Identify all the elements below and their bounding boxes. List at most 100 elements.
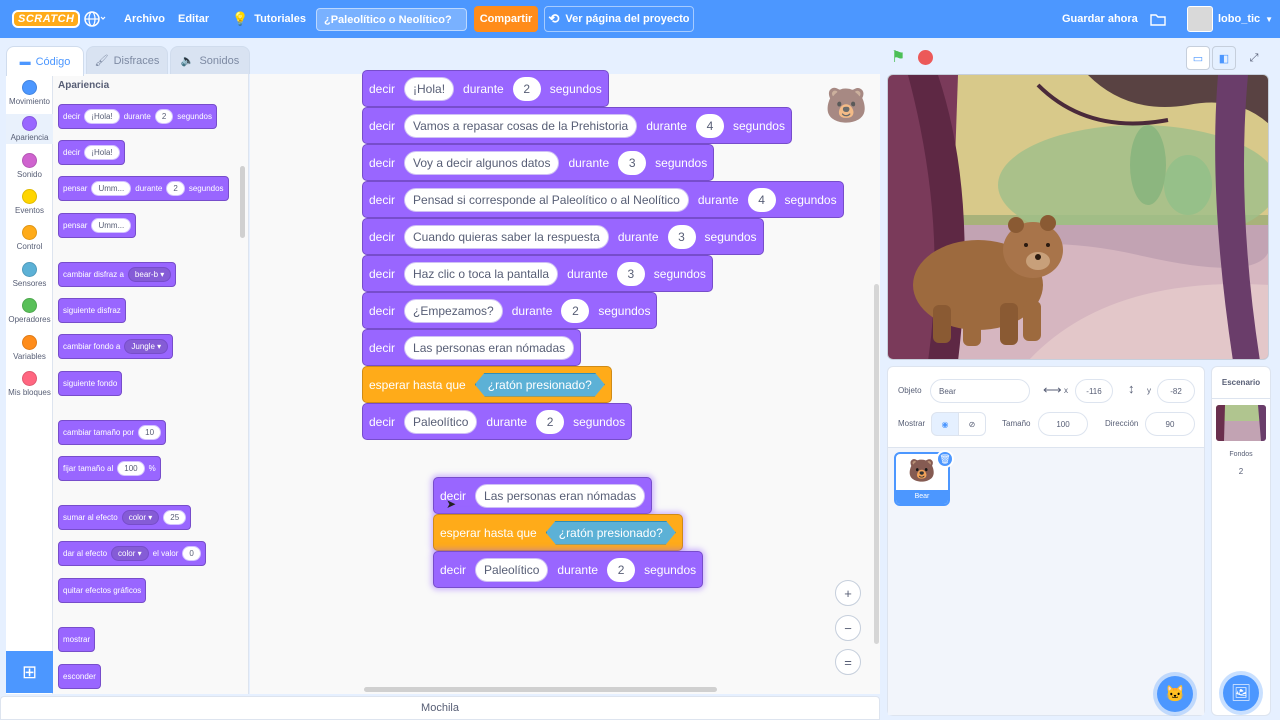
script-say-block[interactable]: decir Haz clic o toca la pantalla durante 3… [362, 255, 713, 292]
palette-block-hide[interactable]: esconder [58, 664, 101, 689]
small-stage-button[interactable]: ▭ [1186, 46, 1210, 70]
delete-sprite-trash-icon[interactable]: 🗑 [936, 450, 954, 468]
add-extension-button[interactable]: ⊞ [6, 651, 53, 693]
category-operators[interactable]: Operadores [6, 298, 53, 324]
palette-block-show[interactable]: mostrar [58, 627, 96, 652]
my-stuff-folder-icon[interactable] [1150, 0, 1166, 38]
chevron-down-icon: ▼ [1265, 14, 1274, 24]
variables-dot-icon [22, 335, 37, 350]
green-flag-icon[interactable]: ⚑ [891, 47, 905, 67]
palette-heading: Apariencia [58, 80, 110, 91]
mouse-down-boolean[interactable]: ¿ratón presionado? [475, 373, 605, 397]
category-events[interactable]: Eventos [6, 189, 53, 215]
see-project-page-button[interactable]: ⟲ Ver página del proyecto [544, 6, 694, 32]
language-globe-icon[interactable] [84, 0, 114, 38]
mouse-down-boolean[interactable]: ¿ratón presionado? [546, 521, 676, 545]
category-sound[interactable]: Sonido [6, 153, 53, 179]
account-menu[interactable]: lobo_tic ▼ [1187, 0, 1273, 38]
dragged-say-for-secs-block[interactable]: decir Paleolítico durante 2 segundos [433, 551, 704, 588]
scratch-logo[interactable]: SCRATCH [12, 0, 81, 38]
zoom-in-button[interactable]: + [835, 580, 861, 606]
palette-block-think[interactable]: pensar Umm... [58, 213, 137, 238]
script-area[interactable]: 🐻 decir ¡Hola! durante 2 segundos decir Vamos… [250, 70, 880, 694]
script-say-block[interactable]: decir Cuando quieras saber la respuesta du… [362, 218, 764, 255]
sprite-name-field[interactable]: Bear [930, 379, 1030, 403]
sprite-thumbnail-label: Bear [896, 490, 948, 504]
bear-icon: 🐻 [908, 458, 936, 483]
script-say-block[interactable]: decir Paleolítico durante 2 segundos [362, 403, 633, 440]
palette-block-set-size[interactable]: fijar tamaño al 100% [58, 456, 161, 481]
sound-dot-icon [22, 153, 37, 168]
palette-block-say-for-secs[interactable]: decir ¡Hola! durante 2 segundos [58, 104, 217, 129]
palette-block-clear-effects[interactable]: quitar efectos gráficos [58, 578, 147, 603]
large-stage-icon: ◧ [1218, 52, 1230, 65]
tutorials-button[interactable]: 💡 Tutoriales [232, 0, 306, 38]
y-position-field[interactable]: -82 [1157, 379, 1195, 403]
add-extension-icon: ⊞ [21, 661, 38, 682]
speaker-icon: 🔈 [180, 55, 195, 67]
stop-sign-icon[interactable] [918, 50, 933, 65]
palette-block-switch-costume[interactable]: cambiar disfraz a bear-b ▾ [58, 262, 177, 287]
costume-dropdown[interactable]: bear-b ▾ [127, 267, 172, 282]
large-stage-button[interactable]: ◧ [1212, 46, 1236, 70]
palette-scrollbar[interactable] [240, 166, 245, 238]
menu-file[interactable]: Archivo [124, 0, 165, 38]
workspace-vertical-scrollbar[interactable] [874, 284, 879, 644]
show-hidden-button[interactable]: ⊘ [958, 412, 986, 436]
script-say-block[interactable]: decir Las personas eran nómadas [362, 329, 582, 366]
tab-costumes[interactable]: 🖌 Disfraces [86, 46, 168, 74]
palette-block-next-backdrop[interactable]: siguiente fondo [58, 371, 123, 396]
lightbulb-icon: 💡 [232, 11, 249, 26]
tab-sounds[interactable]: 🔈 Sonidos [170, 46, 250, 74]
palette-block-say[interactable]: decir ¡Hola! [58, 140, 125, 165]
category-sensing[interactable]: Sensores [6, 262, 53, 288]
script-say-block[interactable]: decir ¡Hola! durante 2 segundos [362, 70, 609, 107]
menu-edit[interactable]: Editar [178, 0, 209, 38]
cat-plus-icon: 🐱 [1165, 686, 1185, 703]
size-field[interactable]: 100 [1038, 412, 1088, 436]
direction-field[interactable]: 90 [1145, 412, 1195, 436]
vertical-arrows-icon: ↕ [1128, 381, 1135, 396]
choose-sprite-button[interactable]: 🐱 [1157, 676, 1193, 712]
category-motion[interactable]: Movimiento [6, 80, 53, 106]
stage-selector[interactable]: Escenario Fondos 2 🖼 [1211, 366, 1271, 716]
choose-backdrop-button[interactable]: 🖼 [1223, 675, 1259, 711]
motion-dot-icon [22, 80, 37, 95]
dragged-say-block[interactable]: decir Las personas eran nómadas [433, 477, 653, 514]
backdrop-thumbnail[interactable] [1216, 405, 1266, 441]
eye-slash-icon: ⊘ [968, 419, 976, 429]
category-variables[interactable]: Variables [6, 335, 53, 361]
save-now-button[interactable]: Guardar ahora [1062, 0, 1138, 38]
project-title-input[interactable]: ¿Paleolítico o Neolítico? [316, 8, 467, 31]
script-wait-until-block[interactable]: esperar hasta que ¿ratón presionado? [362, 366, 612, 403]
palette-block-next-costume[interactable]: siguiente disfraz [58, 298, 126, 323]
x-position-field[interactable]: -116 [1075, 379, 1113, 403]
palette-block-think-for-secs[interactable]: pensar Umm... durante 2 segundos [58, 176, 229, 201]
fullscreen-button[interactable]: ⤢ [1242, 46, 1266, 70]
dragged-wait-until-block[interactable]: esperar hasta que ¿ratón presionado? [433, 514, 683, 551]
palette-block-switch-backdrop[interactable]: cambiar fondo a Jungle ▾ [58, 334, 174, 359]
script-say-block[interactable]: decir Voy a decir algunos datos durante 3 se… [362, 144, 715, 181]
effect-dropdown-2[interactable]: color ▾ [111, 546, 149, 561]
palette-block-set-effect[interactable]: dar al efecto color ▾ el valor 0 [58, 541, 206, 566]
script-say-block[interactable]: decir Pensad si corresponde al Paleolític… [362, 181, 844, 218]
workspace-horizontal-scrollbar[interactable] [364, 687, 717, 692]
category-looks[interactable]: Apariencia [6, 114, 53, 144]
category-my-blocks[interactable]: Mis bloques [6, 371, 53, 397]
effect-dropdown[interactable]: color ▾ [121, 510, 160, 525]
backpack[interactable]: Mochila [0, 696, 880, 720]
stage-canvas[interactable] [887, 74, 1269, 360]
show-visible-button[interactable]: ◉ [931, 412, 959, 436]
avatar [1187, 6, 1213, 32]
script-say-block[interactable]: decir Vamos a repasar cosas de la Prehist… [362, 107, 792, 144]
palette-block-change-effect[interactable]: sumar al efecto color ▾ 25 [58, 505, 192, 530]
zoom-reset-button[interactable]: = [835, 649, 861, 675]
tab-code[interactable]: ▬ Código [6, 46, 84, 76]
palette-block-change-size[interactable]: cambiar tamaño por 10 [58, 420, 167, 445]
category-control[interactable]: Control [6, 225, 53, 251]
backdrop-dropdown[interactable]: Jungle ▾ [124, 339, 169, 354]
zoom-out-button[interactable]: − [835, 615, 861, 641]
share-button[interactable]: Compartir [474, 6, 538, 32]
control-dot-icon [22, 225, 37, 240]
script-say-block[interactable]: decir ¿Empezamos? durante 2 segundos [362, 292, 658, 329]
